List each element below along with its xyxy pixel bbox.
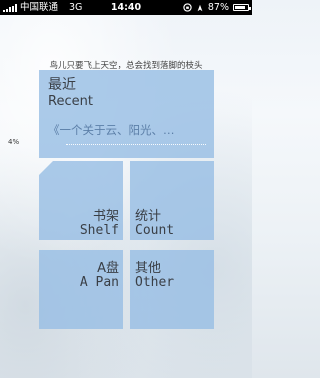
other-tile[interactable]: 其他 Other bbox=[130, 250, 214, 329]
recent-book-title: 《一个关于云、阳光、… bbox=[48, 123, 175, 137]
status-bar: 中国联通 3G 14:40 87% bbox=[0, 0, 252, 15]
status-right: 87% bbox=[183, 0, 251, 15]
apan-label-zh: A盘 bbox=[97, 261, 119, 276]
shelf-label-en: Shelf bbox=[79, 223, 119, 238]
other-label-zh: 其他 bbox=[135, 261, 162, 276]
count-tile[interactable]: 统计 Count bbox=[130, 161, 214, 240]
rotation-lock-icon bbox=[183, 3, 192, 12]
shelf-tile[interactable]: 书架 Shelf bbox=[39, 161, 123, 240]
progress-track bbox=[66, 144, 206, 145]
battery-percent: 87% bbox=[207, 2, 229, 13]
battery-icon bbox=[233, 4, 251, 11]
count-label-zh: 统计 bbox=[135, 209, 162, 224]
count-label-en: Count bbox=[135, 223, 175, 238]
alarm-icon bbox=[197, 4, 203, 11]
reading-progress: 4% bbox=[8, 138, 20, 146]
apan-tile[interactable]: A盘 A Pan bbox=[39, 250, 123, 329]
shelf-label-zh: 书架 bbox=[92, 209, 119, 224]
apan-label-en: A Pan bbox=[79, 275, 119, 290]
recent-title-zh: 最近 bbox=[48, 77, 76, 93]
other-label-en: Other bbox=[135, 275, 175, 290]
recent-title-en: Recent bbox=[48, 94, 93, 109]
